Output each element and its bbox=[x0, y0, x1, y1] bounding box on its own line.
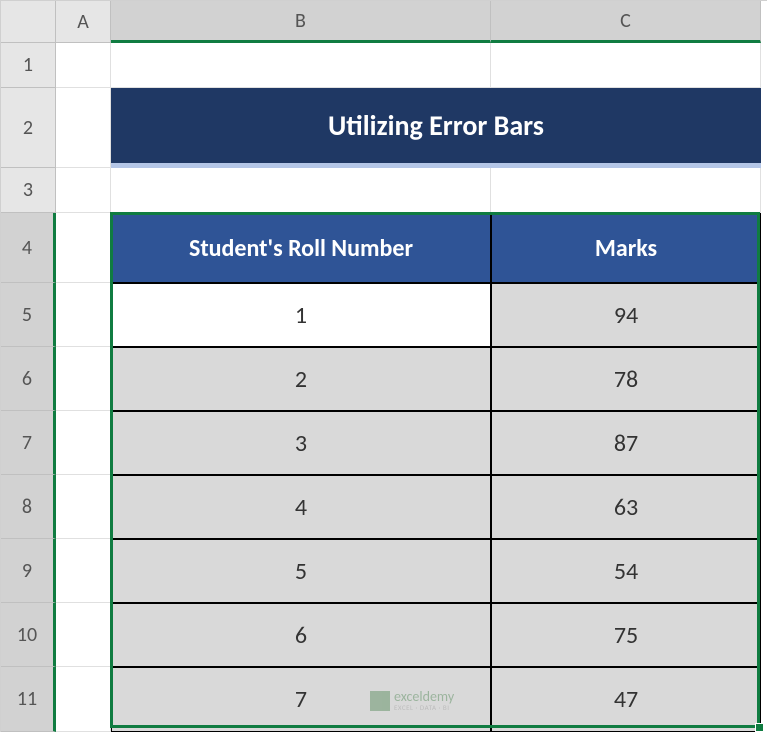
cell-a11[interactable] bbox=[56, 667, 111, 732]
table-header-marks[interactable]: Marks bbox=[491, 213, 761, 283]
table-header-roll[interactable]: Student's Roll Number bbox=[111, 213, 491, 283]
row-header-8[interactable]: 8 bbox=[1, 475, 56, 539]
table-row[interactable]: 5 bbox=[111, 539, 491, 603]
table-row[interactable]: 3 bbox=[111, 411, 491, 475]
cell-a6[interactable] bbox=[56, 347, 111, 411]
table-row[interactable]: 75 bbox=[491, 603, 761, 667]
table-row[interactable]: 63 bbox=[491, 475, 761, 539]
brand-icon bbox=[370, 691, 390, 711]
table-row[interactable]: 1 bbox=[111, 283, 491, 347]
cell-c3[interactable] bbox=[491, 168, 761, 213]
row-header-9[interactable]: 9 bbox=[1, 539, 56, 603]
row-header-2[interactable]: 2 bbox=[1, 88, 56, 168]
watermark-main: exceldemy bbox=[394, 690, 454, 704]
cell-b3[interactable] bbox=[111, 168, 491, 213]
row-header-3[interactable]: 3 bbox=[1, 168, 56, 213]
table-row[interactable]: 54 bbox=[491, 539, 761, 603]
table-row[interactable]: 47 bbox=[491, 667, 761, 732]
cell-b1[interactable] bbox=[111, 43, 491, 88]
watermark-sub: EXCEL · DATA · BI bbox=[394, 704, 454, 711]
table-row[interactable]: 6 bbox=[111, 603, 491, 667]
cell-a10[interactable] bbox=[56, 603, 111, 667]
cell-a9[interactable] bbox=[56, 539, 111, 603]
table-row[interactable]: 78 bbox=[491, 347, 761, 411]
cell-a1[interactable] bbox=[56, 43, 111, 88]
col-header-a[interactable]: A bbox=[56, 1, 111, 43]
row-header-4[interactable]: 4 bbox=[1, 213, 56, 283]
cell-a4[interactable] bbox=[56, 213, 111, 283]
cell-c1[interactable] bbox=[491, 43, 761, 88]
select-all-corner[interactable] bbox=[1, 1, 56, 43]
row-header-1[interactable]: 1 bbox=[1, 43, 56, 88]
table-row[interactable]: 2 bbox=[111, 347, 491, 411]
row-header-11[interactable]: 11 bbox=[1, 667, 56, 732]
cell-a8[interactable] bbox=[56, 475, 111, 539]
cell-a3[interactable] bbox=[56, 168, 111, 213]
row-header-10[interactable]: 10 bbox=[1, 603, 56, 667]
spreadsheet-grid: A B C 1 2 Utilizing Error Bars 3 4 Stude… bbox=[0, 0, 767, 732]
table-row[interactable]: 87 bbox=[491, 411, 761, 475]
row-header-5[interactable]: 5 bbox=[1, 283, 56, 347]
watermark: exceldemy EXCEL · DATA · BI bbox=[370, 690, 454, 711]
cell-a5[interactable] bbox=[56, 283, 111, 347]
table-row[interactable]: 94 bbox=[491, 283, 761, 347]
cell-a2[interactable] bbox=[56, 88, 111, 168]
row-header-6[interactable]: 6 bbox=[1, 347, 56, 411]
title-cell[interactable]: Utilizing Error Bars bbox=[111, 88, 761, 168]
col-header-b[interactable]: B bbox=[111, 1, 491, 43]
col-header-c[interactable]: C bbox=[491, 1, 761, 43]
row-header-7[interactable]: 7 bbox=[1, 411, 56, 475]
cell-a7[interactable] bbox=[56, 411, 111, 475]
table-row[interactable]: 4 bbox=[111, 475, 491, 539]
